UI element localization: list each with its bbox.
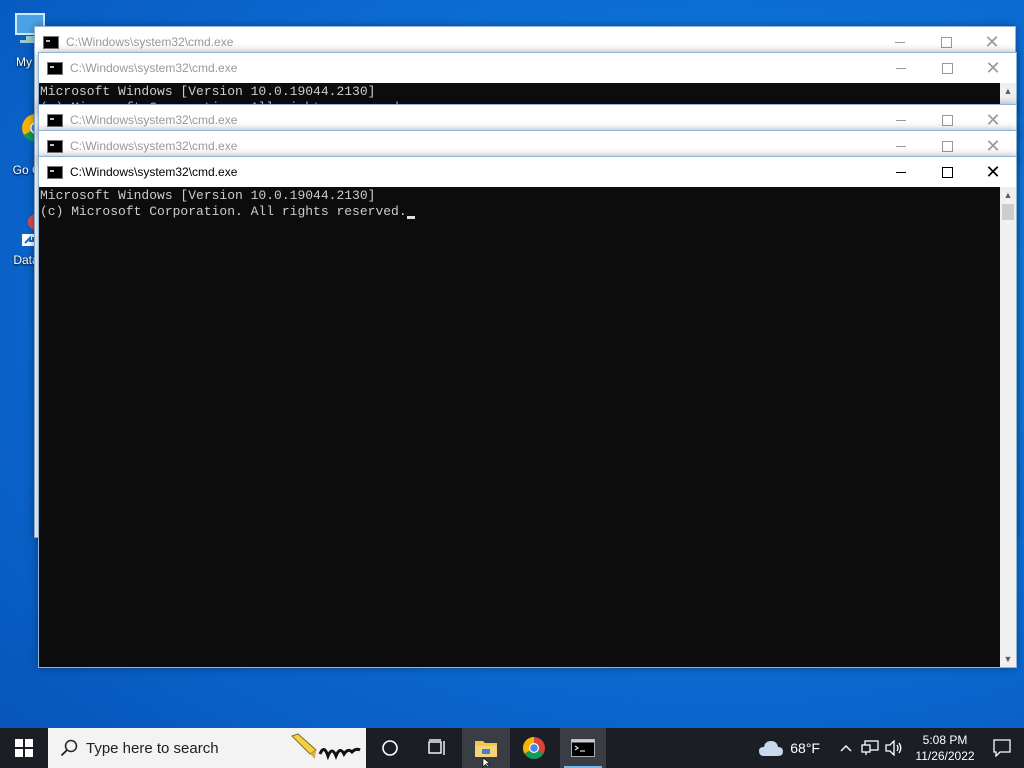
show-hidden-icons-button[interactable] (834, 728, 858, 768)
task-view-icon (428, 739, 445, 755)
close-icon: ✕ (985, 110, 1001, 130)
console-icon (47, 139, 63, 153)
mouse-pointer-icon (482, 758, 491, 768)
clock[interactable]: 5:08 PM 11/26/2022 (910, 732, 980, 764)
task-view-button[interactable] (414, 728, 462, 768)
close-button[interactable]: ✕ (970, 53, 1016, 83)
search-box[interactable]: Type here to search (48, 728, 366, 768)
close-icon: ✕ (985, 136, 1001, 156)
search-highlight-doodle-icon (291, 733, 361, 761)
maximize-icon (941, 166, 953, 178)
taskbar: Type here to search 68°F 5:08 PM 11/26/2… (0, 728, 1024, 768)
clock-date: 11/26/2022 (915, 749, 975, 763)
close-icon: ✕ (985, 58, 1001, 78)
clock-time: 5:08 PM (922, 733, 968, 747)
speaker-icon (885, 740, 902, 756)
vertical-scrollbar[interactable]: ▲ ▼ (1000, 187, 1016, 667)
console-icon (47, 61, 63, 75)
network-button[interactable] (858, 728, 882, 768)
cloud-icon (759, 741, 784, 756)
cortana-circle-icon (382, 740, 398, 756)
maximize-button[interactable] (924, 157, 970, 187)
maximize-icon (941, 140, 953, 152)
window-title: C:\Windows\system32\cmd.exe (66, 35, 234, 49)
minimize-button[interactable] (878, 53, 924, 83)
scroll-down-icon[interactable]: ▼ (1000, 651, 1016, 667)
console-icon (47, 113, 63, 127)
console-icon (43, 35, 59, 49)
console-output[interactable]: Microsoft Windows [Version 10.0.19044.21… (39, 187, 1000, 667)
weather-widget[interactable]: 68°F (758, 739, 820, 757)
scroll-up-icon[interactable]: ▲ (1000, 83, 1016, 99)
maximize-icon (941, 62, 953, 74)
console-line: Microsoft Windows [Version 10.0.19044.21… (40, 84, 376, 99)
minimize-icon (896, 119, 906, 121)
title-bar[interactable]: C:\Windows\system32\cmd.exe ✕ (39, 53, 1016, 83)
text-cursor (406, 216, 415, 219)
cortana-button[interactable] (366, 728, 414, 768)
window-title: C:\Windows\system32\cmd.exe (70, 139, 238, 153)
chrome-icon (523, 737, 545, 759)
window-title: C:\Windows\system32\cmd.exe (70, 165, 238, 179)
taskbar-command-prompt[interactable] (560, 728, 606, 768)
close-button[interactable]: ✕ (970, 157, 1016, 187)
close-icon: ✕ (985, 162, 1001, 182)
start-button[interactable] (0, 728, 48, 768)
close-icon: ✕ (984, 32, 1000, 52)
console-line: Microsoft Windows [Version 10.0.19044.21… (40, 188, 376, 203)
weather-temperature: 68°F (790, 740, 820, 756)
minimize-icon (896, 145, 906, 147)
minimize-icon (895, 41, 905, 43)
minimize-icon (896, 171, 906, 173)
cmd-window-active[interactable]: C:\Windows\system32\cmd.exe ✕ Microsoft … (38, 156, 1017, 668)
volume-button[interactable] (882, 728, 906, 768)
console-text: (c) Microsoft Corporation. All rights re… (40, 204, 407, 219)
network-icon (861, 740, 879, 755)
window-title: C:\Windows\system32\cmd.exe (70, 61, 238, 75)
title-bar[interactable]: C:\Windows\system32\cmd.exe ✕ (39, 157, 1016, 187)
minimize-icon (896, 67, 906, 69)
notification-icon (993, 739, 1011, 757)
scroll-thumb[interactable] (1002, 204, 1014, 220)
chevron-up-icon (840, 745, 852, 752)
window-title: C:\Windows\system32\cmd.exe (70, 113, 238, 127)
console-icon (47, 165, 63, 179)
windows-logo-icon (15, 739, 33, 757)
search-placeholder: Type here to search (86, 739, 219, 757)
scroll-up-icon[interactable]: ▲ (1000, 187, 1016, 203)
console-line: (c) Microsoft Corporation. All rights re… (40, 204, 1000, 220)
action-center-button[interactable] (980, 728, 1024, 768)
taskbar-chrome[interactable] (510, 728, 558, 768)
folder-icon (475, 741, 497, 757)
search-icon (60, 739, 78, 757)
system-tray: 68°F 5:08 PM 11/26/2022 (758, 728, 1024, 768)
maximize-icon (940, 36, 952, 48)
minimize-button[interactable] (878, 157, 924, 187)
maximize-icon (941, 114, 953, 126)
maximize-button[interactable] (924, 53, 970, 83)
command-prompt-icon (571, 739, 595, 757)
